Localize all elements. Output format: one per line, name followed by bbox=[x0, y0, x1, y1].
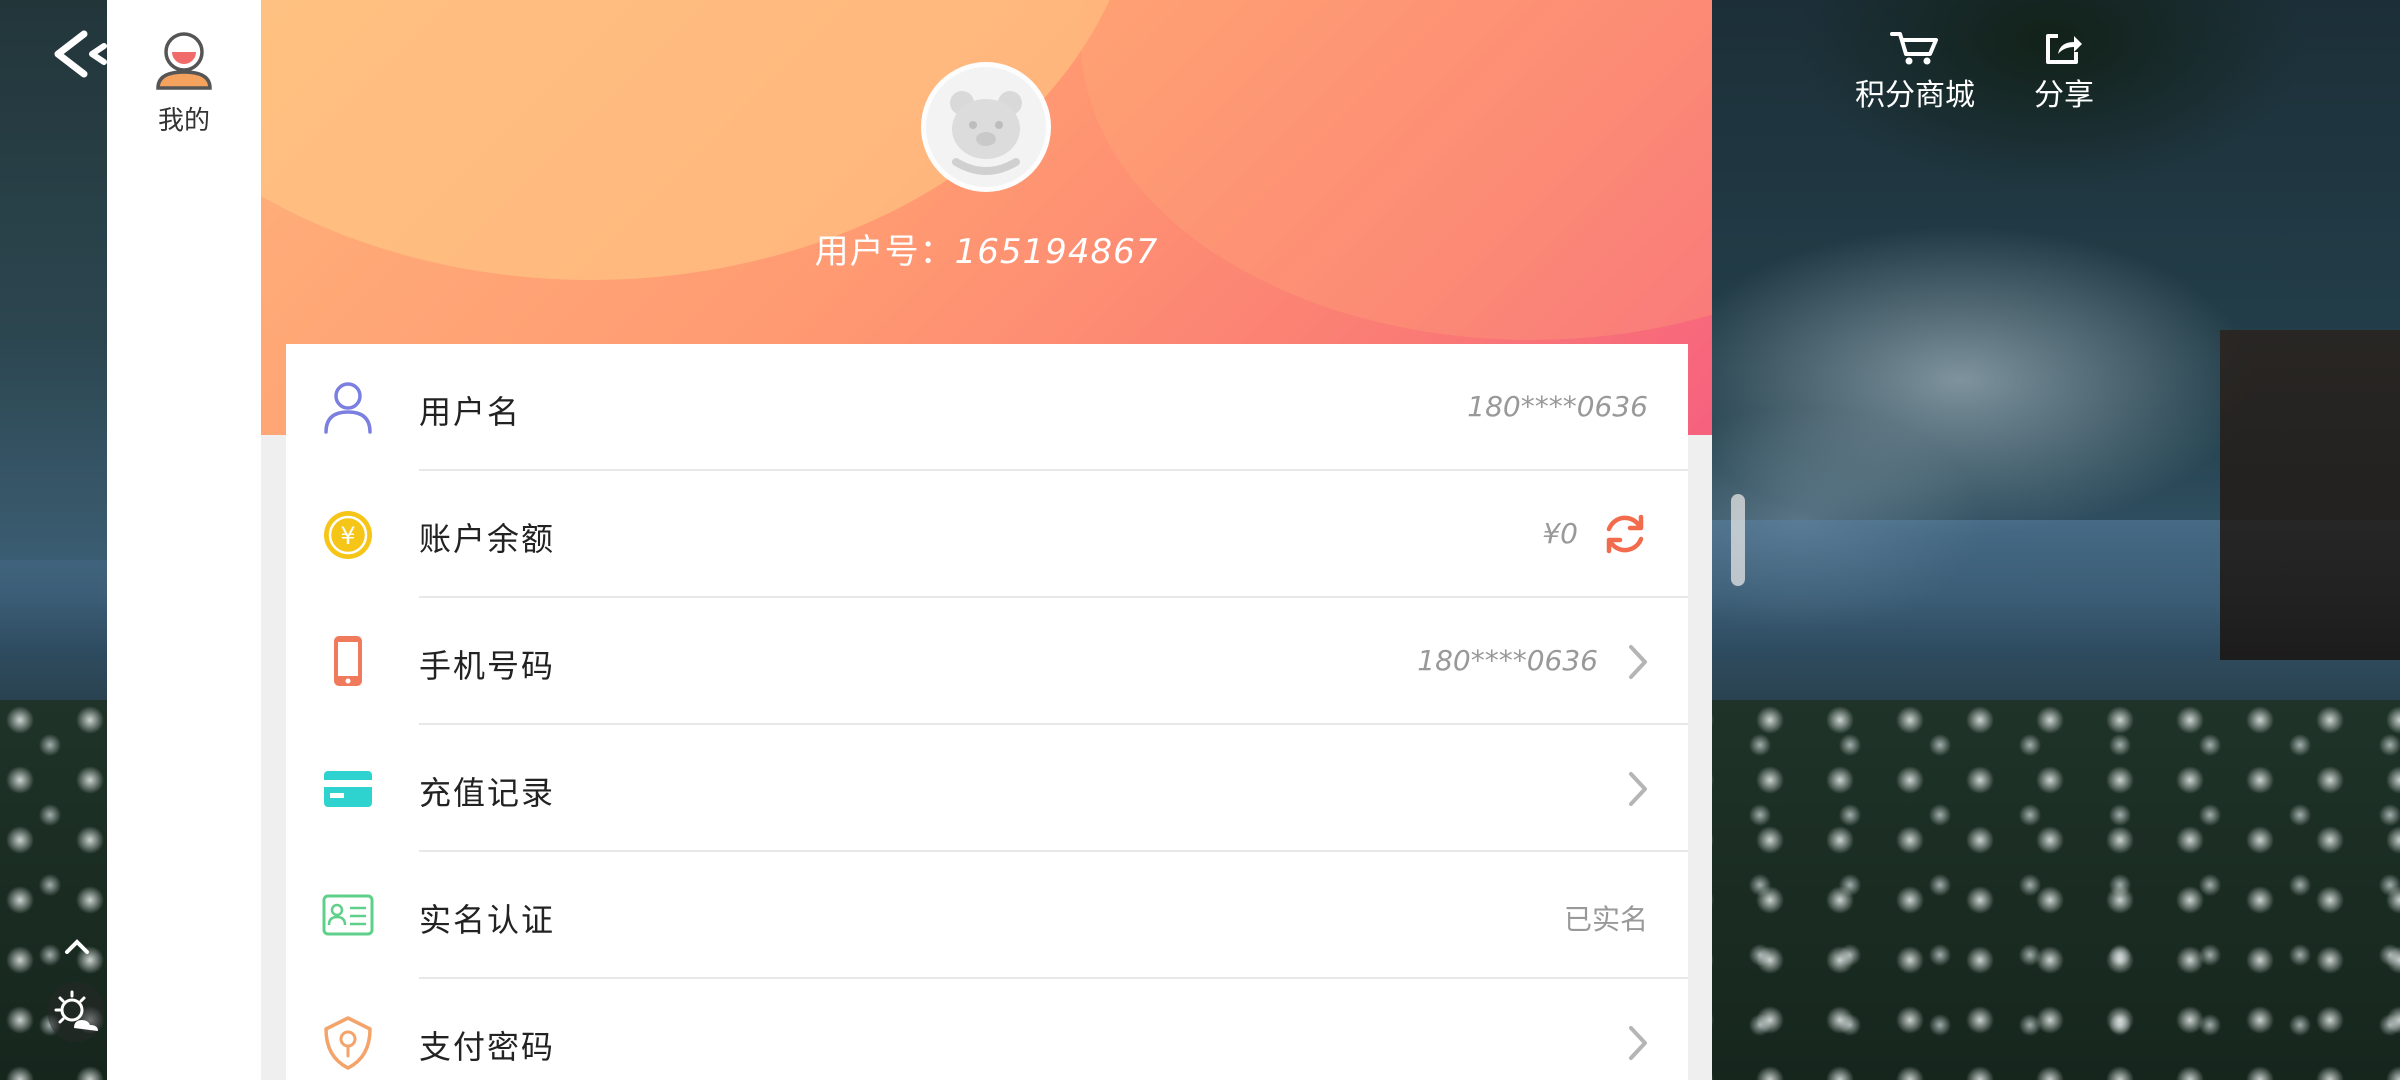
list-item-username: 用户名 180****0636 bbox=[286, 344, 1688, 471]
points-mall-button[interactable]: 积分商城 bbox=[1855, 30, 1975, 114]
account-info-list: 用户名 180****0636 ¥ 账户余额 ¥0 手机号码 180****06… bbox=[286, 344, 1688, 1080]
balance-value: ¥0 bbox=[1542, 517, 1578, 550]
pavilion bbox=[2220, 330, 2400, 660]
scrollbar[interactable] bbox=[1731, 494, 1745, 586]
phone-icon bbox=[334, 636, 362, 686]
chevron-right-icon bbox=[1629, 1026, 1647, 1060]
id-card-icon bbox=[322, 894, 374, 936]
refresh-icon[interactable] bbox=[1600, 509, 1650, 559]
floating-tool-button[interactable] bbox=[48, 982, 104, 1042]
row-label: 支付密码 bbox=[419, 1028, 556, 1066]
lock-shield-icon bbox=[324, 1016, 372, 1070]
svg-text:¥: ¥ bbox=[340, 522, 355, 550]
list-item-balance: ¥ 账户余额 ¥0 bbox=[286, 471, 1688, 598]
list-item-recharge-records[interactable]: 充值记录 bbox=[286, 725, 1688, 852]
avatar[interactable] bbox=[921, 62, 1051, 192]
user-id: 用户号：165194867 bbox=[261, 224, 1712, 273]
profile-icon bbox=[156, 32, 212, 90]
user-id-label: 用户号： bbox=[814, 232, 955, 272]
row-label: 用户名 bbox=[419, 393, 522, 431]
left-trees bbox=[0, 0, 110, 560]
cart-icon bbox=[1890, 32, 1938, 65]
profile-panel: 用户号：165194867 用户名 180****0636 ¥ 账户余额 ¥0 bbox=[261, 0, 1712, 1080]
list-item-payment-password[interactable]: 支付密码 bbox=[286, 979, 1688, 1080]
row-label: 实名认证 bbox=[419, 901, 556, 939]
list-item-real-name: 实名认证 已实名 bbox=[286, 852, 1688, 979]
chevron-right-icon bbox=[1629, 772, 1647, 806]
list-item-phone[interactable]: 手机号码 180****0636 bbox=[286, 598, 1688, 725]
tab-profile-label: 我的 bbox=[157, 106, 210, 136]
expand-up-button[interactable] bbox=[62, 932, 92, 962]
row-label: 充值记录 bbox=[419, 774, 556, 812]
share-label: 分享 bbox=[2034, 78, 2094, 113]
bear-avatar-icon bbox=[950, 91, 1022, 175]
share-button[interactable]: 分享 bbox=[2034, 30, 2094, 114]
points-mall-label: 积分商城 bbox=[1855, 78, 1975, 113]
back-arrow-icon bbox=[54, 30, 107, 78]
chevron-up-icon bbox=[65, 939, 89, 954]
row-label: 手机号码 bbox=[419, 647, 556, 685]
chevron-right-icon bbox=[1629, 645, 1647, 679]
share-icon bbox=[2046, 34, 2082, 64]
header-decoration-2 bbox=[1081, 0, 1712, 340]
coin-icon: ¥ bbox=[324, 511, 372, 559]
user-id-value: 165194867 bbox=[954, 232, 1159, 272]
sun-cloud-icon bbox=[54, 990, 98, 1031]
back-button[interactable] bbox=[44, 26, 112, 82]
row-label: 账户余额 bbox=[419, 520, 556, 558]
tab-profile[interactable]: 我的 bbox=[107, 30, 261, 137]
card-icon bbox=[324, 771, 372, 807]
row-value: 180****0636 bbox=[1467, 390, 1648, 423]
user-icon bbox=[324, 382, 372, 434]
row-value: 180****0636 bbox=[1417, 644, 1598, 677]
side-rail: 我的 bbox=[107, 0, 261, 1080]
verification-status: 已实名 bbox=[1563, 903, 1648, 936]
